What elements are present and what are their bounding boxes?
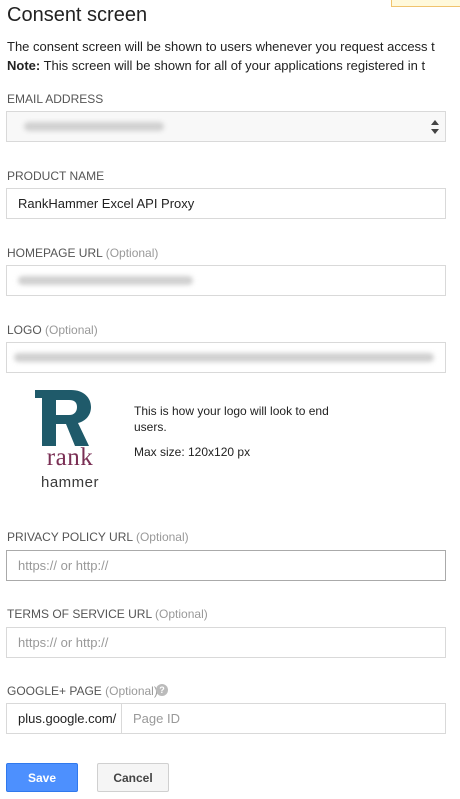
optional-tag: (Optional) (45, 323, 98, 337)
save-button[interactable]: Save (6, 763, 78, 792)
terms-label-text: TERMS OF SERVICE URL (7, 607, 152, 621)
page-title: Consent screen (7, 4, 148, 26)
logo-word-hammer: hammer (40, 474, 99, 491)
intro-note: Note: This screen will be shown for all … (7, 56, 435, 75)
google-plus-prefix: plus.google.com/ (6, 703, 122, 734)
optional-tag: (Optional) (155, 607, 208, 621)
page-id-input[interactable]: Page ID (121, 703, 446, 734)
homepage-url-label-text: HOMEPAGE URL (7, 246, 103, 260)
redacted-email (24, 122, 164, 131)
homepage-url-label: HOMEPAGE URL (Optional) (7, 246, 158, 260)
email-label: EMAIL ADDRESS (7, 92, 104, 106)
redacted-url (18, 276, 193, 285)
hammer-r-icon (35, 390, 91, 446)
note-label: Note: (7, 58, 41, 73)
privacy-policy-input[interactable]: https:// or http:// (6, 550, 446, 581)
optional-tag: (Optional) (105, 684, 158, 698)
privacy-policy-placeholder: https:// or http:// (18, 558, 109, 573)
product-name-input[interactable]: RankHammer Excel API Proxy (6, 188, 446, 219)
cancel-button[interactable]: Cancel (97, 763, 169, 792)
logo-label-text: LOGO (7, 323, 42, 337)
email-select[interactable] (6, 111, 446, 142)
redacted-logo-url (14, 353, 434, 362)
logo-label: LOGO (Optional) (7, 323, 98, 337)
question-circle-icon[interactable]: ? (156, 684, 168, 696)
homepage-url-input[interactable] (6, 265, 446, 296)
google-plus-label: GOOGLE+ PAGE (Optional) (7, 684, 158, 698)
logo-preview-note: This is how your logo will look to end u… (134, 404, 329, 434)
privacy-policy-label-text: PRIVACY POLICY URL (7, 530, 133, 544)
privacy-policy-label: PRIVACY POLICY URL (Optional) (7, 530, 189, 544)
terms-placeholder: https:// or http:// (18, 635, 109, 650)
optional-tag: (Optional) (105, 246, 159, 260)
product-name-value: RankHammer Excel API Proxy (18, 196, 195, 211)
intro-line: The consent screen will be shown to user… (7, 39, 435, 54)
note-text: This screen will be shown for all of you… (40, 58, 426, 73)
logo-url-input[interactable] (6, 342, 446, 373)
page-id-placeholder: Page ID (133, 711, 180, 726)
logo-max-size: Max size: 120x120 px (134, 445, 251, 459)
notification-box (391, 0, 460, 7)
google-plus-field: plus.google.com/ Page ID (6, 703, 446, 734)
optional-tag: (Optional) (135, 530, 189, 544)
product-name-label: PRODUCT NAME (7, 169, 105, 183)
google-plus-label-text: GOOGLE+ PAGE (7, 684, 102, 698)
terms-of-service-input[interactable]: https:// or http:// (6, 627, 446, 658)
sort-arrows-icon (431, 120, 439, 134)
terms-of-service-label: TERMS OF SERVICE URL (Optional) (7, 607, 208, 621)
intro-text: The consent screen will be shown to user… (7, 37, 435, 75)
logo-word-rank: rank (46, 444, 94, 471)
logo-preview: rank hammer (27, 386, 113, 504)
